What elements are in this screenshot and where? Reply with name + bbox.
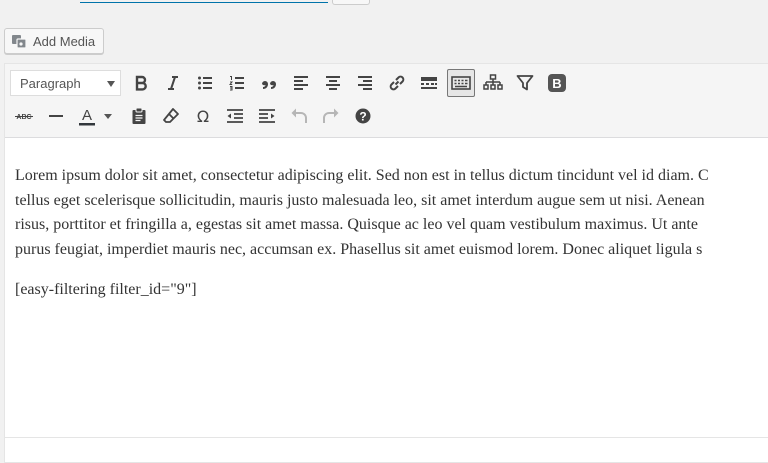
- add-media-label: Add Media: [33, 33, 96, 49]
- align-right-button[interactable]: [351, 69, 379, 97]
- numbered-list-icon: [229, 76, 244, 91]
- text-color-button[interactable]: A: [74, 102, 114, 130]
- svg-text:ABC: ABC: [16, 114, 31, 121]
- clipboard-icon: [132, 107, 146, 124]
- undo-button[interactable]: [285, 102, 313, 130]
- cut-off-permalink[interactable]: [80, 0, 328, 3]
- insert-link-button[interactable]: [383, 69, 411, 97]
- bold-button[interactable]: [127, 69, 155, 97]
- bootstrap-icon: B: [548, 74, 566, 92]
- read-more-icon: [421, 77, 437, 89]
- italic-button[interactable]: [159, 69, 187, 97]
- align-right-icon: [358, 76, 372, 90]
- clear-formatting-button[interactable]: [157, 102, 185, 130]
- add-media-button[interactable]: Add Media: [4, 28, 105, 54]
- filter-icon: [516, 75, 534, 91]
- italic-icon: [168, 76, 178, 90]
- redo-button[interactable]: [317, 102, 345, 130]
- redo-icon: [323, 108, 339, 123]
- cut-off-edit-button[interactable]: [332, 0, 370, 5]
- keyboard-icon: [451, 76, 471, 90]
- editor-toolbar: Paragraph B ABC A Ω ?: [5, 64, 768, 138]
- svg-text:A: A: [82, 107, 92, 124]
- format-select-value: Paragraph: [20, 75, 81, 91]
- keyboard-shortcuts-button[interactable]: ?: [349, 102, 377, 130]
- text-line: Lorem ipsum dolor sit amet, consectetur …: [15, 167, 709, 184]
- svg-text:B: B: [552, 76, 561, 91]
- toolbar-toggle-button[interactable]: [447, 69, 475, 97]
- bulleted-list-button[interactable]: [191, 69, 219, 97]
- horizontal-line-icon: [49, 115, 63, 117]
- text-line: purus feugiat, imperdiet mauris nec, acc…: [15, 240, 703, 258]
- editor-content[interactable]: Lorem ipsum dolor sit amet, consectetur …: [15, 164, 768, 319]
- text-line: risus, porttitor et fringilla a, egestas…: [15, 216, 698, 233]
- numbered-list-button[interactable]: [223, 69, 251, 97]
- indent-button[interactable]: [253, 102, 281, 130]
- special-character-button[interactable]: Ω: [189, 102, 217, 130]
- media-icon: [11, 33, 29, 49]
- eraser-icon: [163, 108, 179, 123]
- outdent-icon: [227, 109, 243, 123]
- horizontal-line-button[interactable]: [42, 102, 70, 130]
- easy-filtering-button[interactable]: [511, 69, 539, 97]
- undo-icon: [291, 108, 307, 123]
- editor-frame: Paragraph B ABC A Ω ? Lorem ipsum dolor …: [4, 63, 768, 463]
- blockquote-icon: [262, 81, 276, 89]
- indent-icon: [259, 109, 275, 123]
- shortcode-paragraph: [easy-filtering filter_id="9"]: [15, 281, 197, 298]
- strikethrough-button[interactable]: ABC: [10, 102, 38, 130]
- blockquote-button[interactable]: [255, 69, 283, 97]
- link-icon: [389, 75, 405, 91]
- read-more-button[interactable]: [415, 69, 443, 97]
- text-color-icon: A: [79, 107, 112, 126]
- bootstrap-button[interactable]: B: [543, 69, 571, 97]
- editor-status-divider: [5, 437, 768, 438]
- bulleted-list-icon: [198, 76, 212, 90]
- svg-text:Ω: Ω: [197, 107, 209, 125]
- format-select[interactable]: Paragraph: [10, 70, 121, 96]
- align-left-icon: [294, 76, 308, 90]
- strikethrough-icon: ABC: [15, 114, 33, 121]
- sitemap-icon: [483, 74, 503, 90]
- align-center-button[interactable]: [319, 69, 347, 97]
- paste-as-text-button[interactable]: [125, 102, 153, 130]
- align-left-button[interactable]: [287, 69, 315, 97]
- help-icon: ?: [355, 108, 371, 124]
- bold-icon: [135, 75, 147, 91]
- sitemap-button[interactable]: [479, 69, 507, 97]
- svg-text:?: ?: [359, 110, 366, 124]
- text-line: tellus eget scelerisque sollicitudin, ma…: [15, 191, 705, 209]
- omega-icon: Ω: [197, 107, 209, 125]
- chevron-down-icon: [107, 81, 115, 87]
- align-center-icon: [326, 76, 340, 90]
- paragraph: Lorem ipsum dolor sit amet, consectetur …: [15, 164, 768, 262]
- outdent-button[interactable]: [221, 102, 249, 130]
